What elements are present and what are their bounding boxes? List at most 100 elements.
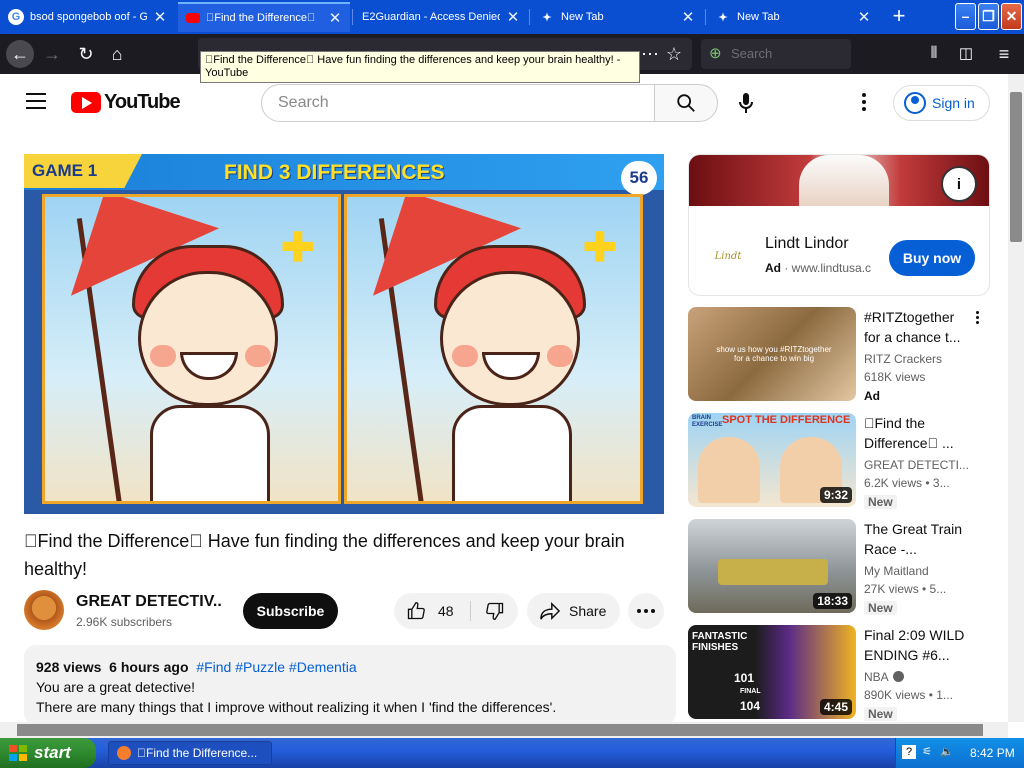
video-thumbnail[interactable]: 18:33 bbox=[688, 519, 856, 613]
recommendation-item[interactable]: show us how you #RITZtogether for a chan… bbox=[688, 307, 993, 403]
youtube-search-button[interactable] bbox=[654, 84, 718, 122]
help-icon[interactable]: ? bbox=[902, 745, 916, 759]
close-tab-icon[interactable]: ✕ bbox=[681, 8, 695, 26]
video-thumbnail[interactable]: FANTASTIC FINISHES 101 FINAL 104 4:45 bbox=[688, 625, 856, 719]
volume-icon[interactable]: 🔈 bbox=[940, 745, 954, 759]
ad-brand-name: Lindt Lindor bbox=[765, 235, 849, 252]
new-tab-icon: ✦ bbox=[718, 11, 728, 24]
new-tab-button[interactable]: + bbox=[888, 4, 910, 30]
youtube-search-input[interactable]: Search bbox=[261, 84, 655, 122]
microphone-icon[interactable] bbox=[735, 90, 757, 116]
tab-separator bbox=[352, 9, 353, 25]
taskbar-window-button[interactable]:  Find the Difference... bbox=[108, 741, 272, 765]
close-tab-icon[interactable]: ✕ bbox=[153, 8, 167, 26]
horizontal-scroll-thumb[interactable] bbox=[17, 724, 983, 736]
score-top: 101 bbox=[734, 671, 755, 685]
dislike-button[interactable] bbox=[471, 593, 518, 629]
verified-icon bbox=[892, 671, 904, 683]
recommendation-item[interactable]: 18:33 The Great Train Race -... My Maitl… bbox=[688, 519, 993, 615]
video-description[interactable]: 928 views 6 hours ago #Find #Puzzle #Dem… bbox=[24, 645, 676, 725]
browser-search-box[interactable]: ⊕ Search bbox=[701, 39, 851, 69]
upload-age: 6 hours ago bbox=[109, 659, 189, 675]
clock: 8:42 PM bbox=[970, 746, 1015, 760]
share-icon bbox=[540, 601, 561, 621]
hashtags[interactable]: #Find #Puzzle #Dementia bbox=[196, 659, 356, 675]
guide-menu-icon[interactable] bbox=[26, 93, 46, 109]
bookmark-star-icon[interactable]: ☆ bbox=[660, 40, 688, 68]
horizontal-scrollbar[interactable] bbox=[0, 722, 1008, 738]
recommendation-channel: NBA bbox=[864, 670, 974, 684]
youtube-search-placeholder: Search bbox=[278, 94, 329, 111]
channel-avatar[interactable] bbox=[24, 590, 64, 630]
vertical-scroll-thumb[interactable] bbox=[1010, 92, 1022, 242]
youtube-play-icon bbox=[71, 92, 101, 113]
sign-in-label: Sign in bbox=[932, 95, 975, 111]
tab-new-tab-1[interactable]: ✦ New Tab ✕ bbox=[531, 2, 703, 32]
thumbnail-caption: FANTASTIC FINISHES bbox=[692, 631, 748, 653]
minimize-button[interactable]: – bbox=[955, 3, 976, 30]
share-label: Share bbox=[569, 603, 607, 619]
puzzle-image-left: ✚ bbox=[42, 194, 341, 504]
subscribe-button[interactable]: Subscribe bbox=[243, 593, 338, 629]
lindt-logo: Lindt bbox=[714, 251, 742, 262]
sidebar-icon[interactable]: ◫ bbox=[952, 40, 980, 68]
tab-access-denied[interactable]: E2Guardian - Access Denied ✕ bbox=[354, 2, 528, 32]
recommendation-title: #RITZtogether for a chance t... bbox=[864, 309, 961, 345]
close-tab-icon[interactable]: ✕ bbox=[857, 8, 871, 26]
recommendation-menu-icon[interactable] bbox=[974, 311, 980, 329]
tab-youtube-video[interactable]:  Find the Difference  ✕ bbox=[178, 2, 350, 32]
new-badge: New bbox=[864, 601, 897, 615]
sidebar-ad-card[interactable]: i Lindt Lindt Lindor Ad · www.lindtusa.c… bbox=[688, 154, 990, 296]
description-line: You are a great detective! bbox=[36, 679, 196, 695]
sign-in-button[interactable]: Sign in bbox=[893, 85, 990, 121]
start-button[interactable]: start bbox=[0, 738, 96, 768]
screen: G bsod spongebob oof - G ✕  Find the Dif… bbox=[0, 0, 1024, 768]
recommendation-item[interactable]: FANTASTIC FINISHES 101 FINAL 104 4:45 Fi… bbox=[688, 625, 993, 721]
taskbar-window-title:  Find the Difference... bbox=[137, 746, 258, 760]
home-button[interactable]: ⌂ bbox=[103, 40, 131, 68]
new-badge: New bbox=[864, 495, 897, 509]
tab-title: New Tab bbox=[737, 11, 780, 23]
video-thumbnail[interactable]: show us how you #RITZtogether for a chan… bbox=[688, 307, 856, 401]
tab-new-tab-2[interactable]: ✦ New Tab ✕ bbox=[707, 2, 879, 32]
puzzle-image-right: ✚ bbox=[344, 194, 643, 504]
account-icon bbox=[904, 92, 926, 114]
countdown-timer: 56 bbox=[621, 161, 657, 195]
tab-google-search[interactable]: G bsod spongebob oof - G ✕ bbox=[0, 2, 175, 32]
video-thumbnail[interactable]: BRAIN EXERCISE SPOT THE DIFFERENCE 9:32 bbox=[688, 413, 856, 507]
video-player[interactable]: GAME 1 FIND 3 DIFFERENCES 56 ✚ ✚ bbox=[24, 154, 664, 514]
more-actions-button[interactable] bbox=[628, 593, 664, 629]
tab-tooltip:  Find the Difference  Have fun finding t… bbox=[200, 51, 640, 83]
youtube-logo-text: YouTube bbox=[104, 91, 181, 113]
channel-name[interactable]: GREAT DETECTIV... bbox=[76, 593, 221, 611]
browser-search-placeholder: Search bbox=[731, 46, 773, 61]
score-bottom: 104 bbox=[740, 699, 761, 713]
library-icon[interactable]: ⫴ bbox=[920, 40, 948, 68]
recommendation-title:  Find the Difference  ... bbox=[864, 415, 954, 451]
system-tray: ? ⚟ 🔈 8:42 PM bbox=[895, 738, 1024, 768]
thumbnail-figure-left bbox=[698, 437, 760, 503]
forward-button[interactable]: → bbox=[38, 40, 66, 68]
network-icon[interactable]: ⚟ bbox=[920, 745, 934, 759]
video-duration: 4:45 bbox=[819, 699, 852, 715]
restore-button[interactable]: ❐ bbox=[978, 3, 999, 30]
recommendation-title: The Great Train Race -... bbox=[864, 521, 963, 557]
close-tab-icon[interactable]: ✕ bbox=[328, 9, 342, 27]
description-line: There are many things that I improve wit… bbox=[36, 699, 557, 715]
youtube-logo[interactable]: YouTube bbox=[71, 91, 181, 114]
close-window-button[interactable]: ✕ bbox=[1001, 3, 1022, 30]
settings-kebab-icon[interactable] bbox=[854, 90, 874, 114]
info-icon[interactable]: i bbox=[941, 166, 977, 202]
thumbnail-train bbox=[718, 559, 828, 585]
menu-icon[interactable]: ≡ bbox=[990, 40, 1018, 68]
like-button[interactable]: 48 bbox=[394, 593, 470, 629]
video-title:  Find the Difference  Have fun finding t… bbox=[24, 531, 625, 579]
close-tab-icon[interactable]: ✕ bbox=[506, 8, 520, 26]
share-button[interactable]: Share bbox=[527, 593, 620, 629]
buy-now-button[interactable]: Buy now bbox=[889, 240, 975, 276]
back-button[interactable]: ← bbox=[6, 40, 34, 68]
recommendation-item[interactable]: BRAIN EXERCISE SPOT THE DIFFERENCE 9:32 … bbox=[688, 413, 993, 509]
recommendation-channel: My Maitland bbox=[864, 564, 929, 578]
vertical-scrollbar[interactable] bbox=[1008, 74, 1024, 722]
reload-button[interactable]: ↻ bbox=[72, 40, 100, 68]
